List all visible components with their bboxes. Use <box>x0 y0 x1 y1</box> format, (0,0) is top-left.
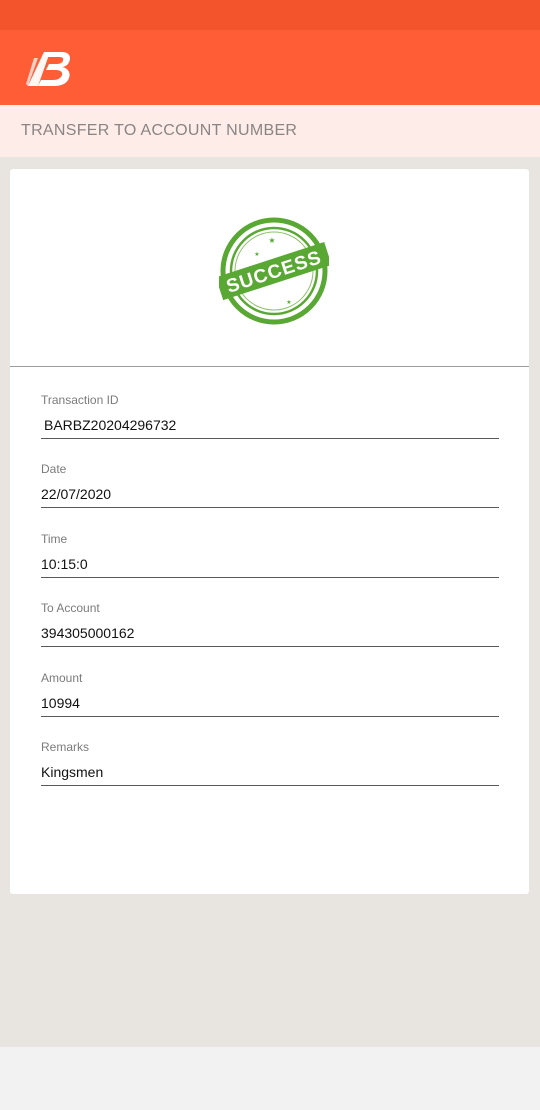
to-account-field: To Account 394305000162 <box>41 600 499 647</box>
success-stamp-icon: ★ ★ ★ SUCCESS <box>215 216 332 326</box>
remarks-label: Remarks <box>41 740 90 754</box>
time-label: Time <box>41 532 68 546</box>
title-bar: TRANSFER TO ACCOUNT NUMBER <box>0 105 540 157</box>
transaction-id-label: Transaction ID <box>41 393 119 407</box>
transaction-id-value: BARBZ20204296732 <box>41 408 499 439</box>
transaction-id-field: Transaction ID BARBZ20204296732 <box>41 392 499 439</box>
app-header <box>0 30 540 105</box>
date-label: Date <box>41 462 67 476</box>
divider <box>10 366 529 367</box>
bank-of-baroda-logo-icon[interactable] <box>24 46 76 90</box>
svg-text:★: ★ <box>286 299 291 306</box>
remarks-value: Kingsmen <box>41 755 499 786</box>
date-field: Date 22/07/2020 <box>41 461 499 508</box>
remarks-field: Remarks Kingsmen <box>41 739 499 786</box>
to-account-label: To Account <box>41 601 100 615</box>
amount-field: Amount 10994 <box>41 670 499 717</box>
to-account-value: 394305000162 <box>41 616 499 647</box>
amount-label: Amount <box>41 671 83 685</box>
status-bar <box>0 0 540 30</box>
page-title: TRANSFER TO ACCOUNT NUMBER <box>21 122 298 139</box>
svg-text:★: ★ <box>254 251 259 258</box>
svg-text:★: ★ <box>268 236 275 245</box>
time-field: Time 10:15:0 <box>41 531 499 578</box>
time-value: 10:15:0 <box>41 547 499 578</box>
date-value: 22/07/2020 <box>41 477 499 508</box>
system-navigation-bar <box>0 1047 540 1110</box>
amount-value: 10994 <box>41 686 499 717</box>
transaction-receipt-card: ★ ★ ★ SUCCESS Transaction ID BARBZ202042… <box>10 169 529 894</box>
